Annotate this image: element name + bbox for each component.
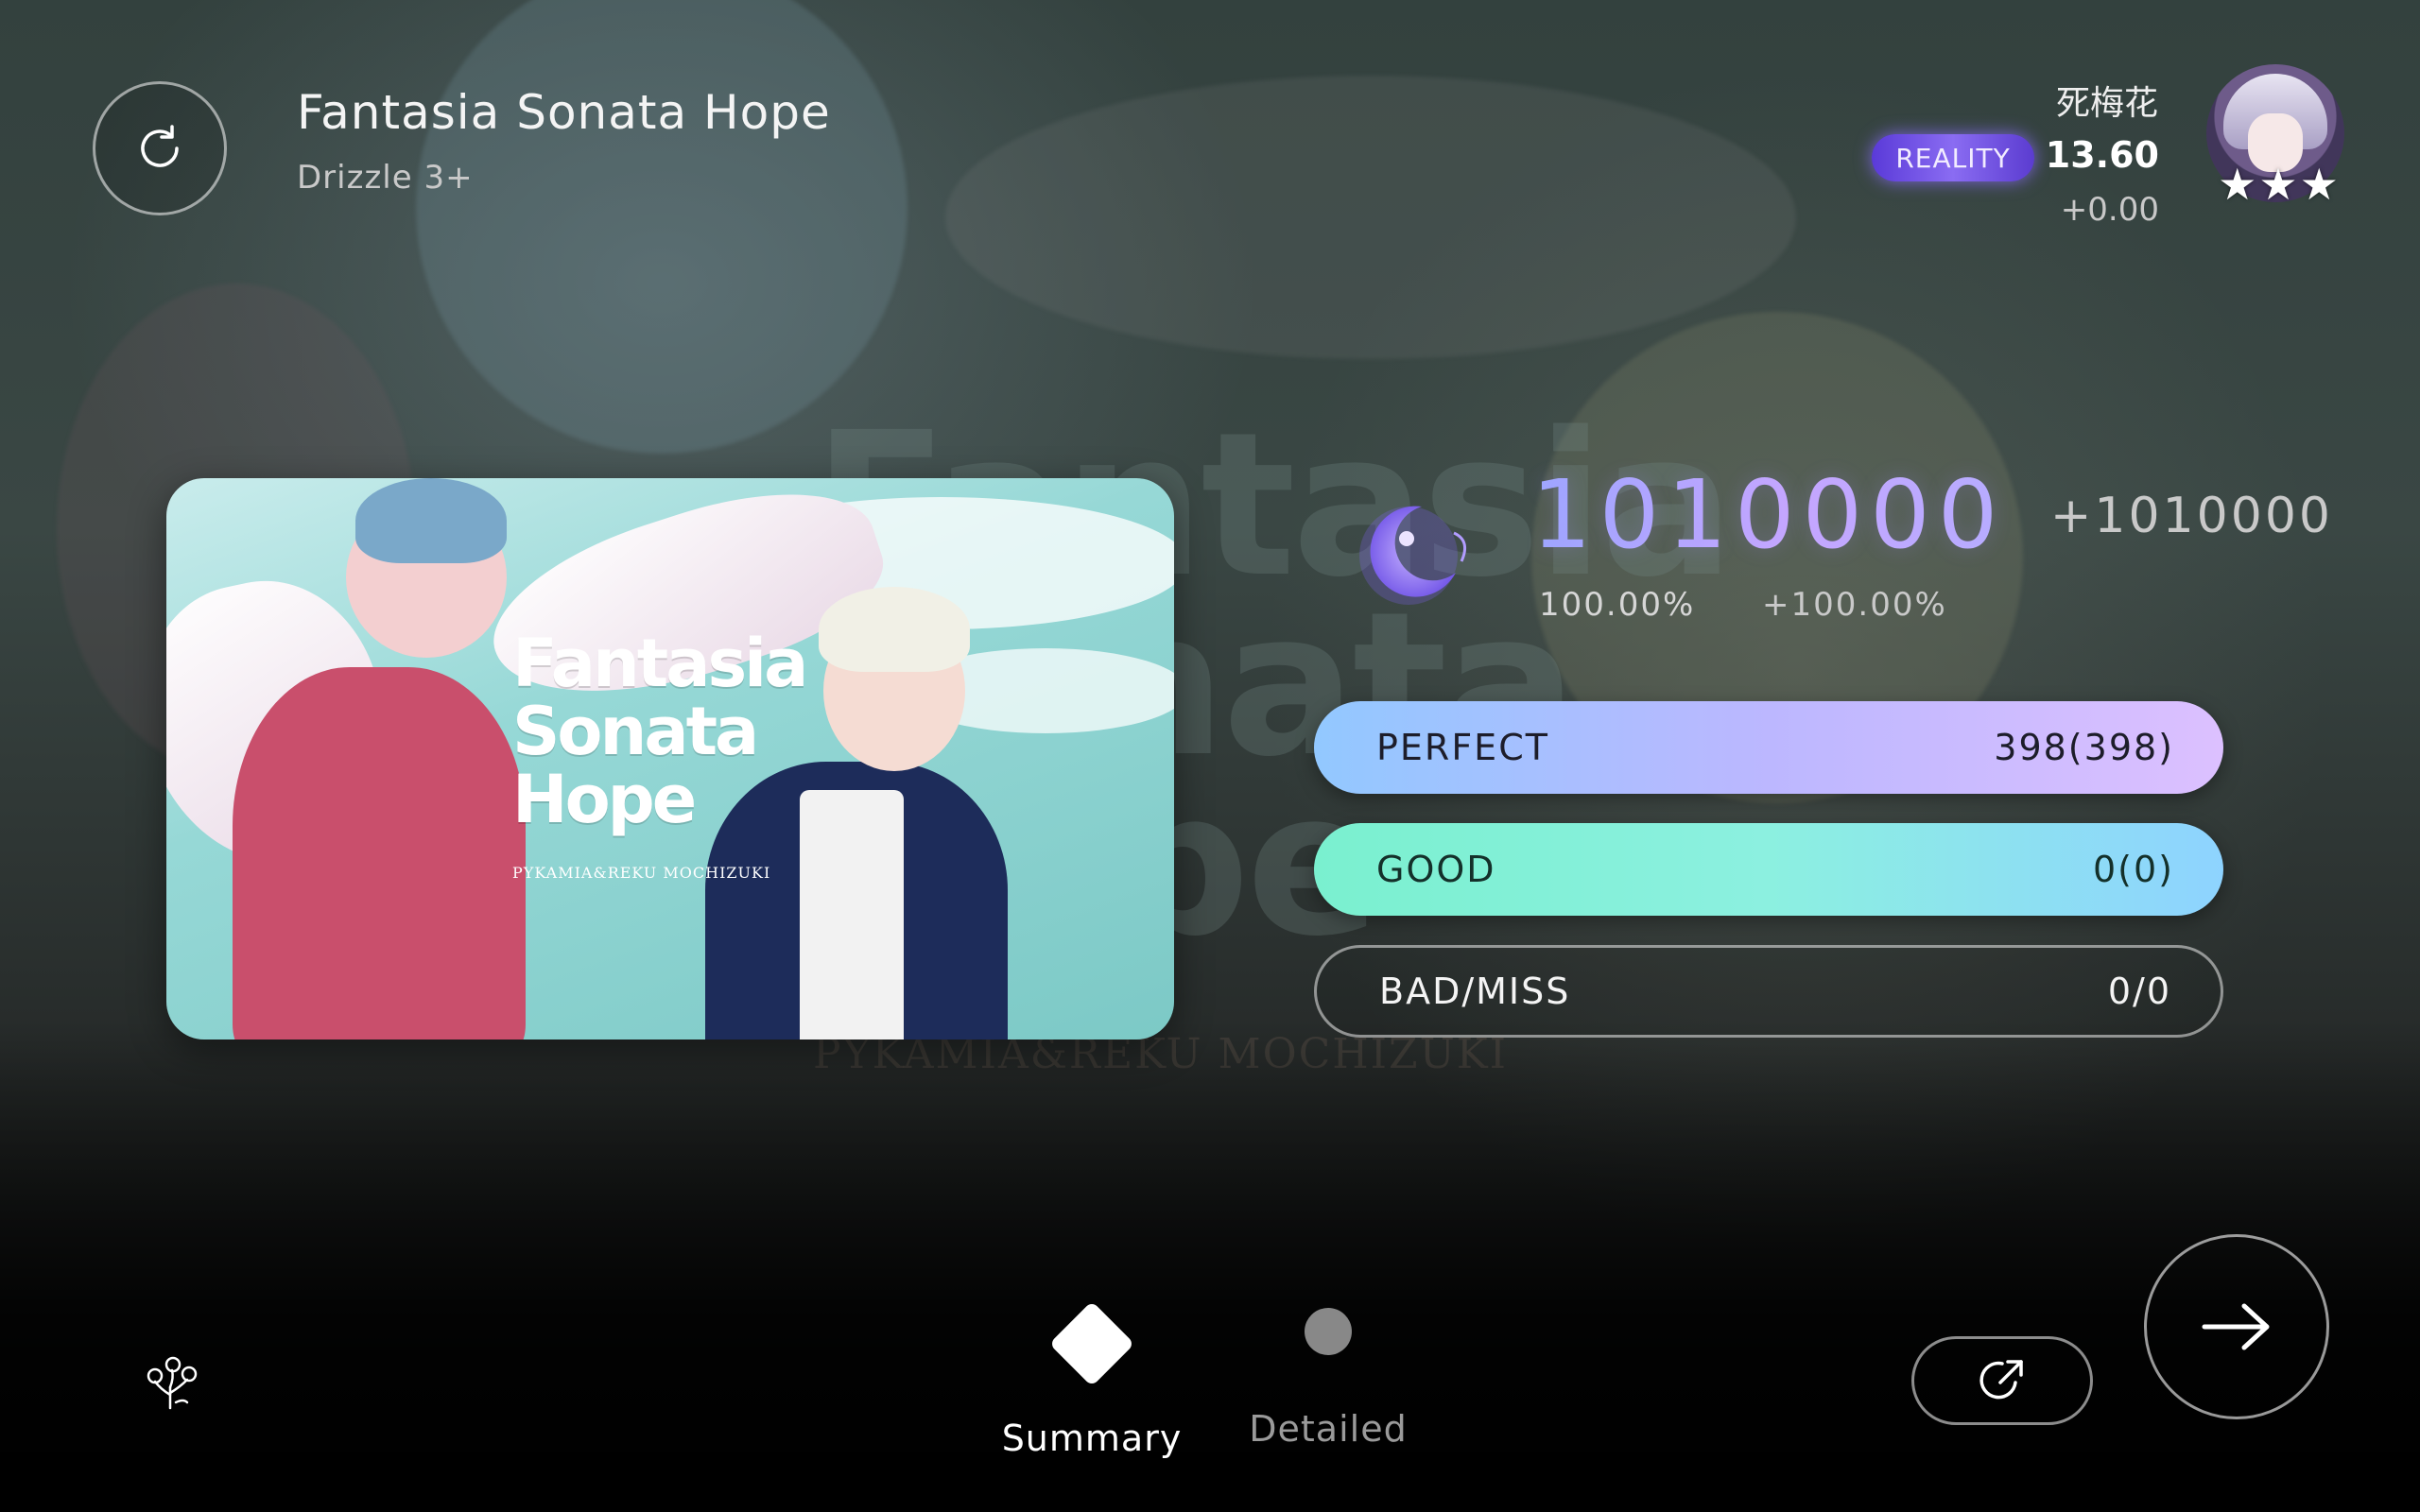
perfect-count-bar: PERFECT 398(398): [1314, 701, 2223, 794]
share-button[interactable]: [1911, 1336, 2093, 1425]
bad-miss-value: 0/0: [2107, 971, 2171, 1012]
avatar-stars: ★ ★ ★: [2212, 163, 2344, 210]
score-delta: +1010000: [2049, 488, 2333, 544]
tab-detailed-label: Detailed: [1249, 1408, 1408, 1450]
good-label: GOOD: [1376, 849, 1496, 890]
arrow-right-icon: [2202, 1303, 2270, 1350]
player-name: 死梅花: [2055, 84, 2158, 123]
star-icon: ★: [2258, 159, 2298, 210]
star-icon: ★: [2218, 159, 2257, 210]
flower-icon[interactable]: [142, 1353, 206, 1412]
rating-delta: +0.00: [2060, 191, 2159, 229]
song-jacket: Fantasia Sonata Hope PYKAMIA&REKU MOCHIZ…: [166, 478, 1174, 1040]
accuracy-delta: +100.00%: [1762, 586, 1947, 624]
retry-button[interactable]: [93, 81, 227, 215]
good-value: 0(0): [2092, 849, 2174, 890]
bad-miss-label: BAD/MISS: [1379, 971, 1571, 1012]
perfect-label: PERFECT: [1376, 727, 1549, 768]
next-button[interactable]: [2144, 1234, 2329, 1419]
perfect-value: 398(398): [1994, 727, 2174, 768]
accuracy: 100.00%: [1539, 586, 1696, 624]
dot-icon: [1305, 1308, 1352, 1355]
diamond-icon: [1048, 1300, 1135, 1387]
reality-badge: REALITY: [1872, 134, 2034, 181]
tab-summary-label: Summary: [1001, 1418, 1183, 1459]
moon-rank-icon: [1359, 506, 1467, 605]
bad-miss-count-bar: BAD/MISS 0/0: [1314, 945, 2223, 1038]
tab-detailed[interactable]: Detailed: [1248, 1289, 1409, 1450]
retry-icon: [141, 125, 179, 167]
score: 1010000: [1531, 459, 2006, 570]
tab-summary[interactable]: Summary: [1002, 1289, 1181, 1459]
jacket-credit: PYKAMIA&REKU MOCHIZUKI: [512, 864, 771, 882]
song-difficulty: Drizzle 3+: [297, 159, 474, 197]
good-count-bar: GOOD 0(0): [1314, 823, 2223, 916]
player-rating: 13.60: [2045, 134, 2159, 176]
star-icon: ★: [2299, 159, 2339, 210]
share-icon: [1979, 1360, 2023, 1400]
song-title: Fantasia Sonata Hope: [297, 85, 831, 140]
jacket-title: Fantasia Sonata Hope: [512, 625, 808, 838]
